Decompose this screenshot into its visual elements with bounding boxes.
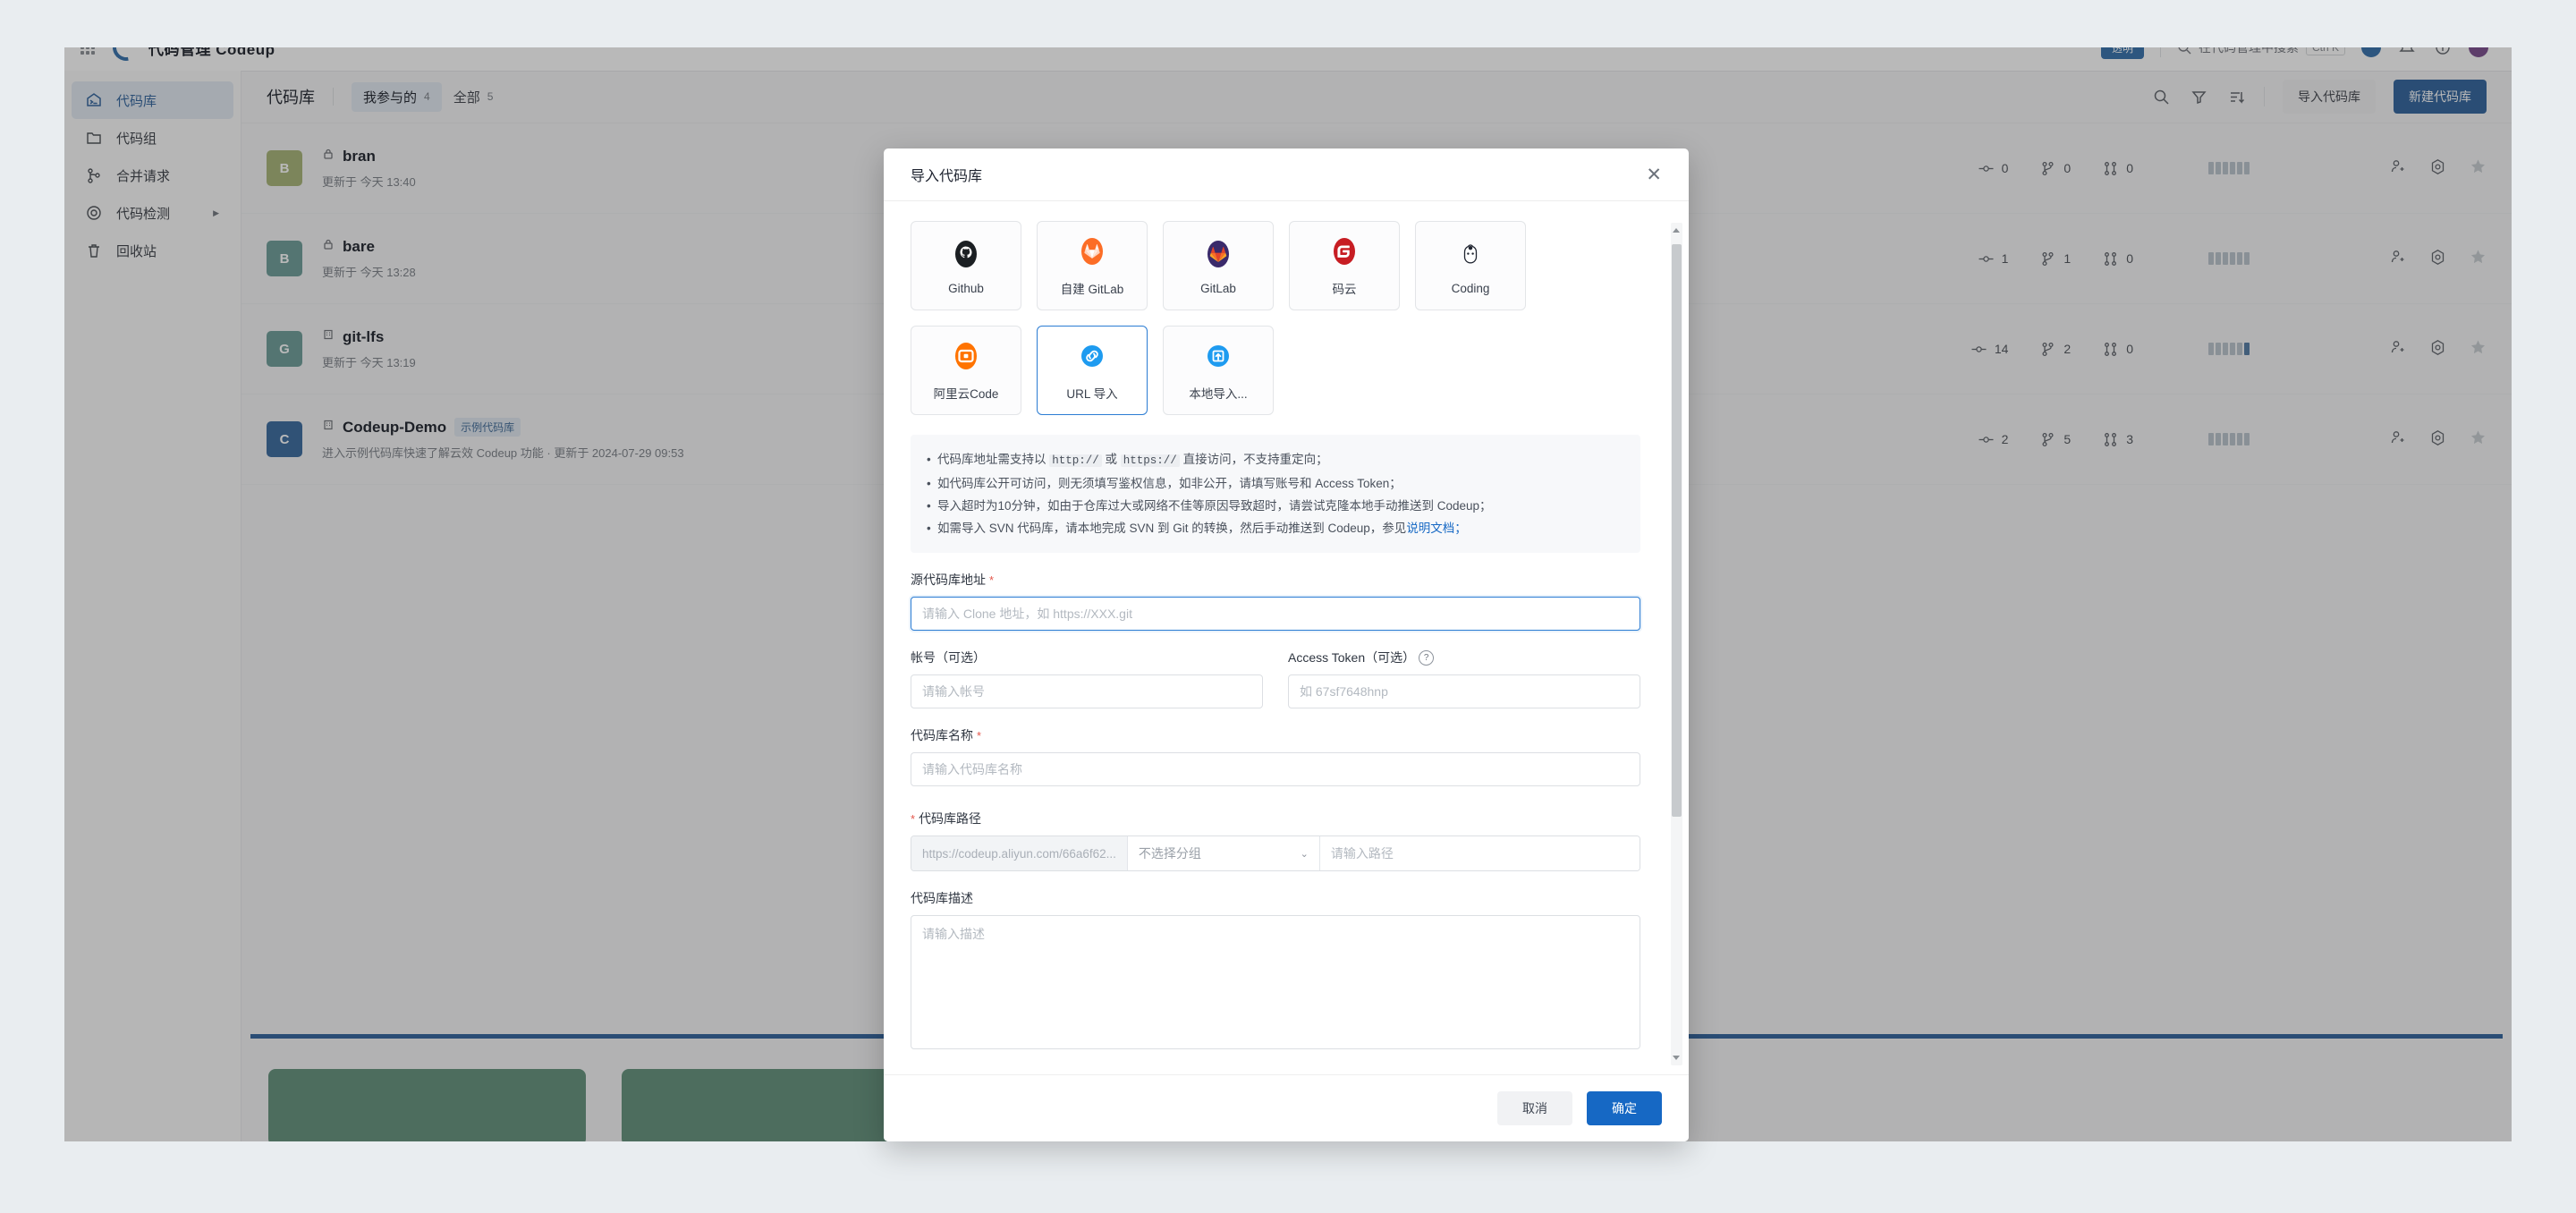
scroll-down-arrow-icon[interactable]: [1673, 1056, 1680, 1060]
import-repository-dialog: 导入代码库 ✕ Github 自建 GitLab GitLab 码云 Codin…: [884, 148, 1689, 1141]
field-repo-name: 代码库名称 *: [911, 726, 1640, 786]
source-tile-label: Github: [948, 281, 984, 295]
source-tile-self-hosted-gitlab[interactable]: 自建 GitLab: [1037, 221, 1148, 310]
source-tile-label: URL 导入: [1066, 387, 1118, 401]
confirm-button[interactable]: 确定: [1587, 1091, 1662, 1125]
account-input[interactable]: [911, 674, 1263, 708]
source-tile-label: 阿里云Code: [933, 387, 999, 401]
link-icon: [1075, 339, 1109, 373]
source-tile-url-import[interactable]: URL 导入: [1037, 326, 1148, 415]
required-marker: *: [911, 811, 916, 826]
repo-path-prefix: https://codeup.aliyun.com/66a6f62...: [911, 836, 1128, 870]
label-text: 代码库描述: [911, 891, 973, 905]
repo-name-input[interactable]: [911, 752, 1640, 786]
help-icon[interactable]: ?: [1419, 649, 1435, 666]
source-tile-coding[interactable]: Coding: [1415, 221, 1526, 310]
field-auth-row: 帐号（可选） Access Token（可选） ?: [911, 649, 1640, 708]
scroll-up-arrow-icon[interactable]: [1673, 228, 1680, 233]
field-label: Access Token（可选） ?: [1288, 649, 1640, 666]
scrollbar-thumb[interactable]: [1672, 244, 1682, 817]
field-label: * 代码库路径: [911, 810, 1640, 827]
field-access-token: Access Token（可选） ?: [1288, 649, 1640, 708]
source-tile-label: 自建 GitLab: [1060, 283, 1124, 296]
repo-group-selected-value: 不选择分组: [1138, 846, 1201, 861]
notice-item: 导入超时为10分钟，如由于仓库过大或网络不佳等原因导致超时，请尝试克隆本地手动推…: [927, 495, 1624, 517]
notice-item: 如代码库公开可访问，则无须填写鉴权信息，如非公开，请填写账号和 Access T…: [927, 472, 1624, 495]
gitee-logo: [1327, 234, 1361, 268]
github-logo: [949, 237, 983, 271]
label-text: Access Token（可选）: [1288, 650, 1416, 665]
required-marker: *: [977, 728, 982, 742]
repo-description-textarea[interactable]: [911, 915, 1640, 1049]
notice-box: 代码库地址需支持以 http:// 或 https:// 直接访问，不支持重定向…: [911, 435, 1640, 553]
source-tile-gitee[interactable]: 码云: [1289, 221, 1400, 310]
field-label: 代码库描述: [911, 889, 1640, 907]
source-tile-github[interactable]: Github: [911, 221, 1021, 310]
code-https: https://: [1120, 454, 1180, 467]
label-text: 源代码库地址: [911, 573, 986, 587]
close-icon[interactable]: ✕: [1646, 165, 1662, 184]
field-label: 源代码库地址 *: [911, 571, 1640, 589]
code-http: http://: [1049, 454, 1102, 467]
field-repo-path: * 代码库路径 https://codeup.aliyun.com/66a6f6…: [911, 810, 1640, 871]
source-tile-label: GitLab: [1200, 281, 1236, 295]
field-label: 帐号（可选）: [911, 649, 1263, 666]
source-tile-gitlab[interactable]: GitLab: [1163, 221, 1274, 310]
docs-link[interactable]: 说明文档；: [1406, 522, 1467, 535]
dialog-body: Github 自建 GitLab GitLab 码云 Coding 阿里云Cod…: [884, 201, 1689, 1074]
label-text: 代码库路径: [919, 811, 982, 826]
gitlab-logo: [1201, 237, 1235, 271]
dialog-title: 导入代码库: [911, 169, 983, 184]
source-tile-label: Coding: [1451, 281, 1490, 295]
repo-path-group: https://codeup.aliyun.com/66a6f62... 不选择…: [911, 836, 1640, 871]
field-repo-description: 代码库描述: [911, 889, 1640, 1054]
notice-text: 如需导入 SVN 代码库，请本地完成 SVN 到 Git 的转换，然后手动推送到…: [937, 522, 1407, 535]
upload-icon: [1201, 339, 1235, 373]
label-text: 帐号（可选）: [911, 650, 986, 665]
label-text: 代码库名称: [911, 728, 973, 742]
source-tile-aliyun-code[interactable]: 阿里云Code: [911, 326, 1021, 415]
dialog-footer: 取消 确定: [884, 1074, 1689, 1141]
gitlab-fox-logo: [1075, 234, 1109, 268]
notice-item: 代码库地址需支持以 http:// 或 https:// 直接访问，不支持重定向…: [927, 448, 1624, 472]
source-tile-local-import[interactable]: 本地导入...: [1163, 326, 1274, 415]
coding-logo: [1453, 237, 1487, 271]
source-tile-label: 本地导入...: [1189, 387, 1248, 401]
source-tile-label: 码云: [1332, 283, 1357, 296]
repo-path-input[interactable]: [1319, 836, 1640, 870]
chevron-down-icon: ⌄: [1300, 848, 1309, 860]
required-marker: *: [989, 573, 995, 587]
repo-group-select[interactable]: 不选择分组 ⌄: [1128, 836, 1320, 870]
access-token-input[interactable]: [1288, 674, 1640, 708]
dialog-header: 导入代码库 ✕: [884, 148, 1689, 201]
source-type-grid: Github 自建 GitLab GitLab 码云 Coding 阿里云Cod…: [911, 221, 1640, 415]
source-url-input[interactable]: [911, 597, 1640, 631]
aliyun-code-logo: [949, 339, 983, 373]
field-source-url: 源代码库地址 *: [911, 571, 1640, 631]
dialog-scroll-content: Github 自建 GitLab GitLab 码云 Coding 阿里云Cod…: [911, 221, 1662, 1074]
dialog-scrollbar[interactable]: [1671, 223, 1682, 1065]
cancel-button[interactable]: 取消: [1497, 1091, 1572, 1125]
notice-item: 如需导入 SVN 代码库，请本地完成 SVN 到 Git 的转换，然后手动推送到…: [927, 517, 1624, 539]
field-account: 帐号（可选）: [911, 649, 1263, 708]
field-label: 代码库名称 *: [911, 726, 1640, 744]
